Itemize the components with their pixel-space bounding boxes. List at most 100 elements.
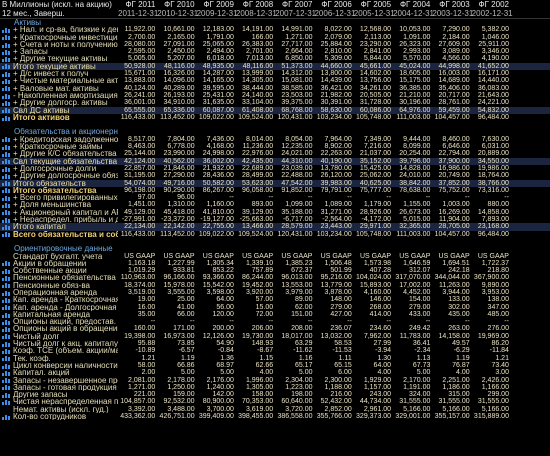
table-row[interactable]: + Кредиторская задолженность 8,517.00 7,80… (0, 136, 550, 143)
table-row[interactable]: + Другие текущие активы 5,005.00 5,207.00 6… (0, 55, 550, 63)
table-row[interactable]: Чистая нераспределенная прибыль104,857.0… (0, 398, 550, 406)
chart-icon[interactable] (2, 217, 11, 223)
table-row[interactable]: Чистый долг 19,398.00 16,973.00 12,126.00 19… (0, 333, 550, 340)
table-row[interactable]: Акции в обращении 1,163.18 1,227.99 1,305.3… (0, 260, 550, 267)
table-row[interactable]: + Д/с инвест к получ 15,671.00 16,326.00 14… (0, 70, 550, 77)
chart-icon[interactable] (2, 377, 11, 384)
chart-icon[interactable] (2, 187, 11, 194)
chart-icon[interactable] (2, 370, 11, 376)
chart-icon[interactable] (2, 180, 11, 187)
table-row[interactable]: + Валовые мат. активы 40,124.00 40,289.00 3… (0, 85, 550, 92)
chart-icon[interactable] (2, 231, 11, 238)
chart-icon[interactable] (2, 363, 11, 369)
table-row[interactable]: + Другие долгосрочные обязат. 31,195.00 27… (0, 172, 550, 180)
chart-icon[interactable] (2, 151, 11, 157)
table-row[interactable]: Капитал. акций 2.00 5.00 5.00 4.00 5.00 6.00 4.… (0, 369, 550, 377)
chart-icon[interactable] (2, 85, 11, 92)
chart-icon[interactable] (2, 304, 11, 311)
table-row[interactable]: Кап. аренда - Краткосрочная 19.00 25.00 64.… (0, 296, 550, 304)
table-row[interactable]: + Доля меньшинства 1,451.00 1,310.00 1,160.… (0, 201, 550, 209)
chart-icon[interactable] (2, 319, 11, 325)
chart-icon[interactable] (2, 326, 11, 333)
chart-icon[interactable] (2, 384, 11, 391)
chart-icon[interactable] (2, 275, 11, 282)
chart-icon[interactable] (2, 399, 11, 406)
table-row[interactable]: + Другие долгоср. активы 36,001.00 34,910.… (0, 99, 550, 107)
table-row[interactable]: Стандарт бухгалт. учета US GAAP US GAAP US … (0, 253, 550, 260)
chart-icon[interactable] (2, 63, 11, 70)
table-row[interactable]: Свл ДС активы 65,555.00 65,336.00 60,087.00… (0, 106, 550, 114)
table-row[interactable]: + Всего привилегированных ак... 97.00 96.0… (0, 194, 550, 201)
table-row[interactable]: + Другие К/С обязательства 25,144.00 23,99… (0, 150, 550, 158)
table-row[interactable]: Обязательства и акционерный к... (0, 128, 550, 135)
table-row[interactable]: + Краткосрочные займы 8,463.00 6,778.00 4,1… (0, 143, 550, 150)
chart-icon[interactable] (2, 158, 11, 165)
table-row[interactable]: Запасы - готовая продукция 1,271.00 1,250.… (0, 384, 550, 391)
chart-icon[interactable] (2, 34, 11, 41)
chart-icon[interactable] (2, 71, 11, 77)
chart-icon[interactable] (2, 173, 11, 179)
chart-icon[interactable] (2, 144, 11, 150)
table-row[interactable]: Свл текущие обязательства 42,124.00 40,562… (0, 157, 550, 165)
table-row[interactable]: + Долгосрочные долги 22,857.00 21,846.00 21… (0, 165, 550, 172)
table-row[interactable]: Операционная аренда 3,519.00 3,555.00 3,598… (0, 289, 550, 296)
table-row[interactable]: Ориентировочные данные (0, 245, 550, 252)
chart-icon[interactable] (2, 42, 11, 48)
table-row[interactable]: Итого обязательств 54,074.00 49,716.00 50,5… (0, 179, 550, 187)
table-row[interactable]: Опционы акций в обращении на ... 160.00 17… (0, 325, 550, 333)
chart-icon[interactable] (2, 290, 11, 296)
table-row[interactable]: Итого активов 116,433.00 113,452.00 109,022… (0, 114, 550, 121)
table-row[interactable]: Кол-во сотрудников 433,362.00 426,751.00 39… (0, 413, 550, 420)
table-row[interactable]: Кап. аренда - Долгосрочная 16.00 41.00 56.0… (0, 304, 550, 311)
table-row[interactable]: + Чистые материальные активы 13,883.00 14,… (0, 77, 550, 85)
table-row[interactable]: Запасы - незавершенное произ... 2,081.00 2… (0, 377, 550, 384)
chart-icon[interactable] (2, 260, 11, 267)
table-row[interactable]: Всего обязательства и собств...116,433.0… (0, 231, 550, 238)
table-row[interactable]: Капитальная аренда 35.00 66.00 120.00 72.00 1… (0, 311, 550, 318)
chart-icon[interactable] (2, 100, 11, 106)
table-row[interactable]: Немат. активы (искл. гуд.) 3,392.00 3,488.… (0, 406, 550, 413)
table-row[interactable]: Активы (0, 19, 550, 26)
table-row[interactable]: + Счета и ноты к получению 28,080.00 27,09… (0, 41, 550, 48)
chart-icon[interactable] (2, 355, 11, 362)
chart-icon[interactable] (2, 49, 11, 55)
chart-icon[interactable] (2, 333, 11, 340)
table-row[interactable]: + Нераспредел. прибыль и др.к...-27,991.… (0, 216, 550, 223)
chart-icon[interactable] (2, 195, 11, 201)
chart-icon[interactable] (2, 297, 11, 303)
chart-icon[interactable] (2, 166, 11, 172)
table-row[interactable]: Цикл конверсии наличности 58.00 66.86 68.97… (0, 362, 550, 369)
table-row[interactable]: Пенсионные обяз-ва 18,374.00 15,978.00 15,5… (0, 282, 550, 289)
table-row[interactable]: Тек. коэф. 1.21 1.19 1.36 1.15 1.16 1.11 1.30 1.… (0, 355, 550, 362)
table-row[interactable]: Итого обязательства 96,198.00 90,290.00 86,… (0, 187, 550, 194)
chart-icon[interactable] (2, 56, 11, 63)
chart-icon[interactable] (2, 107, 11, 114)
chart-icon[interactable] (2, 224, 11, 230)
table-row[interactable]: + Нал. и ср-ва, близкие к денеж. 11,922.0… (0, 26, 550, 34)
chart-icon[interactable] (2, 341, 11, 347)
table-row[interactable]: Собственные акции 1,019.29 933.81 853.22 757… (0, 267, 550, 274)
chart-icon[interactable] (2, 136, 11, 143)
chart-icon[interactable] (2, 414, 11, 420)
chart-icon[interactable] (2, 392, 11, 398)
chart-icon[interactable] (2, 209, 11, 216)
table-row[interactable]: + Запасы 2,595.00 2,450.00 2,494.00 2,701.00… (0, 48, 550, 55)
chart-icon[interactable] (2, 115, 11, 121)
chart-icon[interactable] (2, 268, 11, 274)
table-row[interactable]: - Накопленная амортизация 26,241.00 26,193… (0, 92, 550, 99)
chart-icon[interactable] (2, 78, 11, 85)
table-row[interactable]: Другие запасы 221.00 159.00 142.00 158.00 198… (0, 391, 550, 398)
table-row[interactable]: Опционы акций, предостав. за ... -- -- -- --… (0, 318, 550, 325)
table-row[interactable]: Итого текущие активы 50,928.00 48,116.00 48… (0, 62, 550, 71)
table-row[interactable]: + Краткосрочные инвестиции 2,700.00 2,165.… (0, 34, 550, 41)
chart-icon[interactable] (2, 348, 11, 354)
chart-icon[interactable] (2, 312, 11, 318)
table-row[interactable]: Пенсионные обязательства 110,963.00 96,166… (0, 274, 550, 282)
chart-icon[interactable] (2, 202, 11, 209)
table-row[interactable]: Итого капитал 22,134.00 22,142.00 22,755.00… (0, 223, 550, 231)
chart-icon[interactable] (2, 27, 11, 33)
chart-icon[interactable] (2, 282, 11, 289)
table-row[interactable]: + Акционерный капитал и APIC 49,129.00 45,… (0, 209, 550, 216)
table-row[interactable]: Коэф. TCE (объем. акции/мат. ак... -10.89… (0, 347, 550, 355)
chart-icon[interactable] (2, 93, 11, 99)
